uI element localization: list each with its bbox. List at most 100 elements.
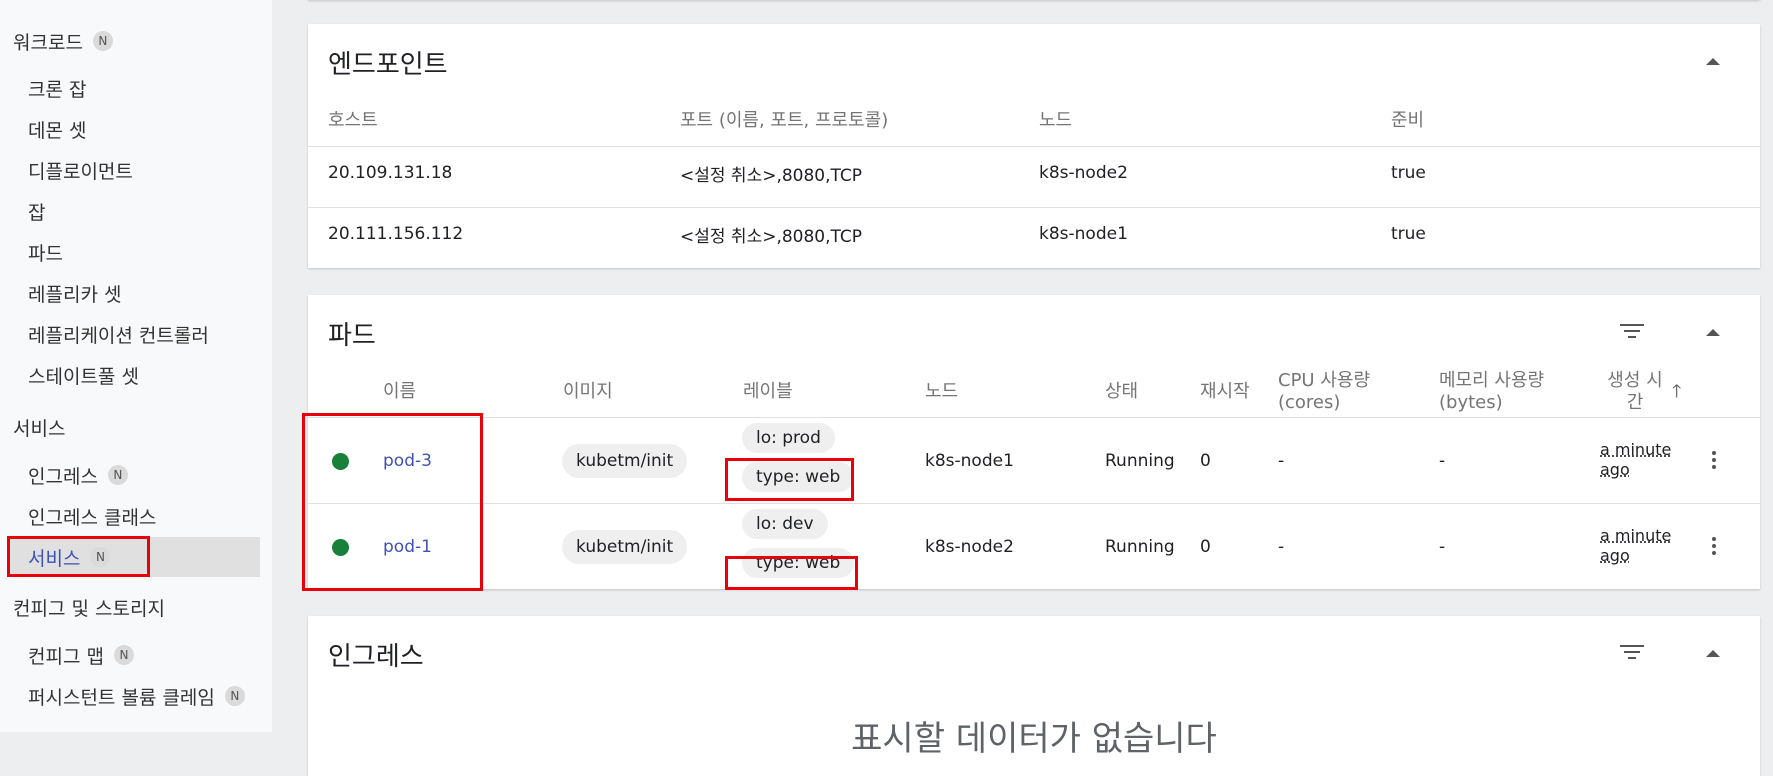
column-header-created[interactable]: 생성 시 간 bbox=[1600, 370, 1670, 414]
nav-item-replicasets[interactable]: 레플리카 셋 bbox=[28, 277, 121, 309]
ingress-card: 인그레스 표시할 데이터가 없습니다 bbox=[308, 616, 1760, 776]
column-header-memory-line2: (bytes) bbox=[1439, 392, 1503, 413]
column-header-ready[interactable]: 준비 bbox=[1391, 110, 1424, 132]
row-divider bbox=[308, 146, 1760, 147]
label-chip: lo: dev bbox=[742, 509, 828, 539]
pod-node: k8s-node2 bbox=[925, 537, 1014, 557]
sidebar: 워크로드 N 크론 잡 데몬 셋 디플로이먼트 잡 파드 레플리카 셋 레플리케… bbox=[0, 0, 272, 732]
nav-item-label: 컨피그 맵 bbox=[28, 645, 104, 668]
nav-item-label: 데몬 셋 bbox=[28, 119, 87, 142]
column-header-node[interactable]: 노드 bbox=[925, 381, 958, 403]
nav-category-services[interactable]: 서비스 bbox=[13, 413, 65, 441]
endpoint-node: k8s-node1 bbox=[1039, 224, 1128, 244]
nav-category-label: 컨피그 및 스토리지 bbox=[13, 597, 165, 620]
pod-age-line2: ago bbox=[1600, 546, 1630, 565]
endpoint-ready: true bbox=[1391, 163, 1426, 183]
endpoint-node: k8s-node2 bbox=[1039, 163, 1128, 183]
column-header-cpu-line2: (cores) bbox=[1278, 392, 1341, 413]
nav-item-label: 잡 bbox=[28, 201, 46, 224]
pod-cpu: - bbox=[1278, 451, 1285, 471]
nav-item-services[interactable]: 서비스 N bbox=[8, 537, 260, 577]
filter-icon[interactable] bbox=[1620, 324, 1644, 340]
card-title: 파드 bbox=[328, 321, 376, 351]
pod-memory: - bbox=[1439, 537, 1446, 557]
pod-age-line1: a minute bbox=[1600, 526, 1672, 545]
status-running-icon bbox=[332, 453, 349, 470]
collapse-icon[interactable] bbox=[1706, 650, 1720, 657]
column-header-restarts[interactable]: 재시작 bbox=[1200, 381, 1250, 403]
filter-icon[interactable] bbox=[1620, 645, 1644, 661]
nav-item-label: 파드 bbox=[28, 242, 63, 265]
pod-restarts: 0 bbox=[1200, 537, 1211, 557]
nav-item-cronjobs[interactable]: 크론 잡 bbox=[28, 72, 86, 104]
endpoint-ports: <설정 취소>,8080,TCP bbox=[680, 165, 863, 186]
endpoint-ready: true bbox=[1391, 224, 1426, 244]
column-header-node[interactable]: 노드 bbox=[1039, 110, 1072, 132]
pod-age-line1: a minute bbox=[1600, 440, 1672, 459]
pods-card: 파드 이름 이미지 레이블 노드 상태 재시작 CPU 사용량 (cores) … bbox=[308, 295, 1760, 589]
namespace-badge: N bbox=[107, 465, 128, 485]
nav-item-pods[interactable]: 파드 bbox=[28, 236, 63, 268]
pod-age-line2: ago bbox=[1600, 460, 1630, 479]
pod-node: k8s-node1 bbox=[925, 451, 1014, 471]
nav-item-label: 레플리케이션 컨트롤러 bbox=[28, 324, 209, 347]
pod-name-link[interactable]: pod-1 bbox=[383, 531, 432, 563]
label-chip: type: web bbox=[742, 462, 855, 492]
nav-item-label: 디플로이먼트 bbox=[28, 160, 133, 183]
status-running-icon bbox=[332, 539, 349, 556]
column-header-name[interactable]: 이름 bbox=[383, 381, 416, 403]
collapse-icon[interactable] bbox=[1706, 58, 1720, 65]
collapse-icon[interactable] bbox=[1706, 329, 1720, 336]
pod-restarts: 0 bbox=[1200, 451, 1211, 471]
column-header-cpu[interactable]: CPU 사용량 (cores) bbox=[1278, 370, 1370, 414]
nav-item-configmaps[interactable]: 컨피그 맵 N bbox=[28, 639, 134, 671]
row-divider bbox=[308, 417, 1760, 418]
nav-item-daemonsets[interactable]: 데몬 셋 bbox=[28, 113, 86, 145]
column-header-image[interactable]: 이미지 bbox=[563, 381, 613, 403]
nav-item-label: 인그레스 클래스 bbox=[28, 506, 157, 529]
column-header-labels[interactable]: 레이블 bbox=[743, 381, 793, 403]
nav-item-pvcs[interactable]: 퍼시스턴트 볼륨 클레임 N bbox=[28, 680, 245, 712]
pod-age: a minute ago bbox=[1600, 526, 1671, 566]
kebab-menu-icon[interactable] bbox=[1712, 537, 1716, 558]
column-header-memory-line1: 메모리 사용량 bbox=[1439, 370, 1545, 391]
column-header-status[interactable]: 상태 bbox=[1105, 381, 1138, 403]
nav-item-ingressclasses[interactable]: 인그레스 클래스 bbox=[28, 500, 156, 532]
column-header-created-line1: 생성 시 bbox=[1607, 370, 1663, 391]
pod-memory: - bbox=[1439, 451, 1446, 471]
namespace-badge: N bbox=[224, 686, 245, 706]
nav-item-jobs[interactable]: 잡 bbox=[28, 195, 45, 227]
empty-state-message: 표시할 데이터가 없습니다 bbox=[851, 719, 1217, 759]
namespace-badge: N bbox=[90, 547, 111, 567]
nav-item-label: 서비스 bbox=[28, 547, 81, 570]
nav-category-workloads[interactable]: 워크로드 N bbox=[13, 27, 113, 55]
row-divider bbox=[308, 207, 1760, 208]
column-header-ports[interactable]: 포트 (이름, 포트, 프로토콜) bbox=[680, 110, 888, 132]
nav-item-deployments[interactable]: 디플로이먼트 bbox=[28, 154, 133, 186]
endpoint-host: 20.111.156.112 bbox=[328, 224, 464, 244]
endpoint-host: 20.109.131.18 bbox=[328, 163, 453, 183]
nav-item-label: 레플리카 셋 bbox=[28, 283, 122, 306]
namespace-badge: N bbox=[113, 645, 134, 665]
nav-category-config-storage[interactable]: 컨피그 및 스토리지 bbox=[13, 593, 165, 621]
nav-item-label: 크론 잡 bbox=[28, 78, 87, 101]
pod-status: Running bbox=[1105, 537, 1175, 557]
nav-category-label: 워크로드 bbox=[13, 31, 83, 54]
endpoints-card: 엔드포인트 호스트 포트 (이름, 포트, 프로토콜) 노드 준비 20.109… bbox=[308, 24, 1760, 268]
nav-item-ingresses[interactable]: 인그레스 N bbox=[28, 459, 128, 491]
sort-ascending-icon[interactable]: 🡑 bbox=[1672, 379, 1681, 409]
pod-age: a minute ago bbox=[1600, 440, 1671, 480]
column-header-host[interactable]: 호스트 bbox=[328, 110, 378, 132]
nav-item-replicationcontrollers[interactable]: 레플리케이션 컨트롤러 bbox=[28, 318, 209, 350]
nav-item-label: 스테이트풀 셋 bbox=[28, 365, 139, 388]
nav-item-label: 인그레스 bbox=[28, 465, 98, 488]
endpoint-ports: <설정 취소>,8080,TCP bbox=[680, 226, 863, 247]
label-chip: type: web bbox=[742, 548, 855, 578]
column-header-memory[interactable]: 메모리 사용량 (bytes) bbox=[1439, 370, 1544, 414]
card-title: 엔드포인트 bbox=[328, 50, 448, 80]
nav-item-statefulsets[interactable]: 스테이트풀 셋 bbox=[28, 359, 139, 391]
column-header-created-line2: 간 bbox=[1626, 392, 1644, 413]
image-chip: kubetm/init bbox=[562, 530, 688, 564]
pod-name-link[interactable]: pod-3 bbox=[383, 445, 432, 477]
kebab-menu-icon[interactable] bbox=[1712, 451, 1716, 472]
